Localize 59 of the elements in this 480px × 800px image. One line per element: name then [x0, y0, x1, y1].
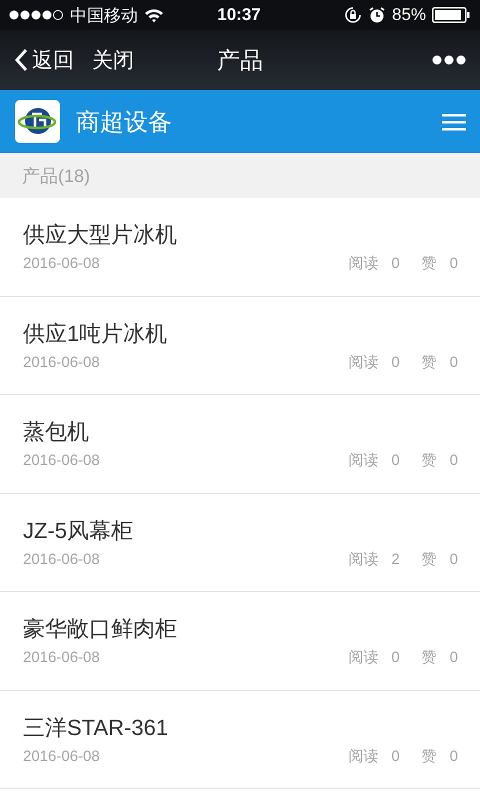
- clock-time: 10:37: [217, 5, 261, 25]
- likes-label: 赞: [422, 451, 437, 470]
- product-title: 蒸包机: [23, 418, 89, 446]
- battery-icon: [432, 7, 470, 23]
- close-button[interactable]: 关闭: [92, 46, 134, 74]
- reads-label: 阅读: [348, 648, 378, 667]
- carrier-name: 中国移动: [70, 4, 138, 26]
- likes-count: 0: [450, 748, 458, 764]
- publish-date: 2016-06-08: [23, 649, 100, 666]
- product-list-item[interactable]: JZ-5风幕柜 2016-06-08 阅读 2 赞 0: [23, 516, 458, 591]
- likes-count: 0: [450, 255, 458, 272]
- alarm-icon: [368, 6, 386, 24]
- product-title: JZ-5风幕柜: [23, 516, 133, 544]
- reads-count: 0: [391, 354, 400, 370]
- publish-date: 2016-06-08: [23, 452, 100, 469]
- product-list-item[interactable]: 三洋STAR-361 2016-06-08 阅读 0 赞 0: [23, 712, 458, 788]
- reads-label: 阅读: [348, 451, 378, 470]
- rotation-lock-icon: [344, 6, 362, 24]
- likes-label: 赞: [422, 352, 437, 372]
- reads-count: 0: [391, 649, 400, 666]
- likes-label: 赞: [422, 550, 437, 568]
- publish-date: 2016-06-08: [23, 354, 100, 370]
- reads-count: 0: [391, 748, 400, 764]
- back-button[interactable]: 返回: [14, 46, 74, 74]
- product-title: 三洋STAR-361: [23, 714, 168, 742]
- likes-label: 赞: [422, 648, 437, 667]
- publish-date: 2016-06-08: [23, 255, 100, 272]
- publish-date: 2016-06-08: [23, 748, 100, 764]
- signal-icon: [8, 9, 64, 21]
- page-title: 产品: [217, 46, 263, 72]
- section-heading: 产品(18): [22, 164, 90, 188]
- wifi-icon: [144, 8, 164, 22]
- product-list-item[interactable]: 供应1吨片冰机 2016-06-08 阅读 0 赞 0: [23, 318, 458, 394]
- product-list-item[interactable]: 豪华敞口鲜肉柜 2016-06-08 阅读 0 赞 0: [23, 614, 458, 690]
- likes-count: 0: [450, 649, 458, 666]
- reads-label: 阅读: [348, 254, 378, 273]
- publish-date: 2016-06-08: [23, 550, 100, 568]
- product-title: 豪华敞口鲜肉柜: [23, 615, 177, 643]
- likes-label: 赞: [422, 254, 437, 273]
- product-title: 供应1吨片冰机: [23, 320, 168, 348]
- reads-label: 阅读: [348, 352, 378, 372]
- reads-count: 0: [391, 255, 400, 272]
- reads-count: 2: [391, 550, 400, 568]
- logo-icon: [15, 100, 60, 143]
- reads-count: 0: [391, 452, 400, 469]
- back-chevron-icon: [14, 48, 28, 72]
- menu-icon[interactable]: [442, 112, 466, 130]
- product-title: 供应大型片冰机: [23, 221, 177, 249]
- reads-label: 阅读: [348, 746, 378, 766]
- likes-count: 0: [450, 452, 458, 469]
- more-icon[interactable]: [432, 55, 466, 65]
- battery-percent: 85%: [392, 5, 426, 25]
- likes-count: 0: [450, 354, 458, 370]
- product-list-item[interactable]: 供应大型片冰机 2016-06-08 阅读 0 赞 0: [23, 220, 458, 296]
- product-list-item[interactable]: 蒸包机 2016-06-08 阅读 0 赞 0: [23, 417, 458, 492]
- site-title: 商超设备: [76, 108, 172, 138]
- likes-label: 赞: [422, 746, 437, 766]
- reads-label: 阅读: [348, 550, 378, 568]
- likes-count: 0: [450, 550, 458, 568]
